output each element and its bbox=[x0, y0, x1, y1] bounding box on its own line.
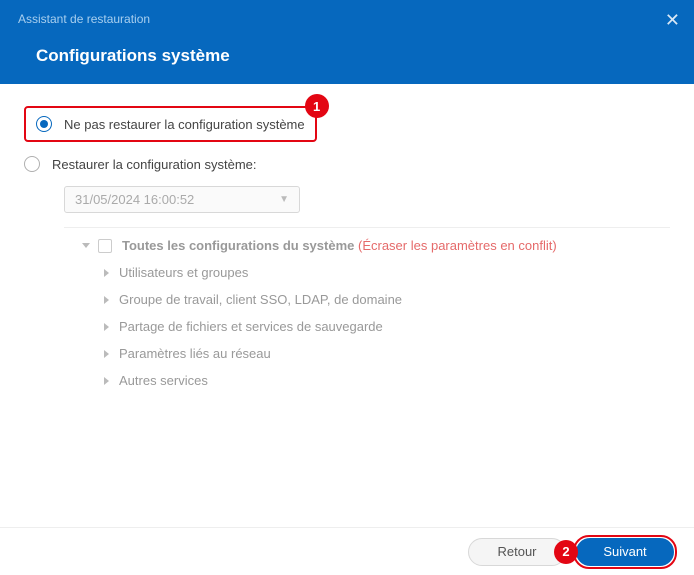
dialog-footer: Retour 2 Suivant bbox=[0, 527, 694, 575]
callout-badge-2: 2 bbox=[554, 540, 578, 564]
callout-badge-1: 1 bbox=[305, 94, 329, 118]
caret-right-icon bbox=[104, 296, 109, 304]
tree-item-users[interactable]: Utilisateurs et groupes bbox=[104, 265, 670, 280]
tree-item-filesharing[interactable]: Partage de fichiers et services de sauve… bbox=[104, 319, 670, 334]
tree-item-label: Paramètres liés au réseau bbox=[119, 346, 271, 361]
tree-item-workgroup[interactable]: Groupe de travail, client SSO, LDAP, de … bbox=[104, 292, 670, 307]
checkbox-all-configs[interactable] bbox=[98, 239, 112, 253]
caret-right-icon bbox=[104, 323, 109, 331]
back-button[interactable]: Retour bbox=[468, 538, 566, 566]
tree-item-label: Partage de fichiers et services de sauve… bbox=[119, 319, 383, 334]
option-highlight-1: Ne pas restaurer la configuration systèm… bbox=[24, 106, 317, 142]
dialog-header: Assistant de restauration Configurations… bbox=[0, 0, 694, 84]
radio-no-restore[interactable] bbox=[36, 116, 52, 132]
content-area: Ne pas restaurer la configuration systèm… bbox=[0, 84, 694, 410]
tree-item-label: Utilisateurs et groupes bbox=[119, 265, 248, 280]
caret-right-icon bbox=[104, 269, 109, 277]
tree-item-label: Groupe de travail, client SSO, LDAP, de … bbox=[119, 292, 402, 307]
next-button[interactable]: Suivant bbox=[576, 538, 674, 566]
radio-no-restore-label: Ne pas restaurer la configuration systèm… bbox=[64, 117, 305, 132]
radio-restore-label: Restaurer la configuration système: bbox=[52, 157, 256, 172]
tree-item-label: Autres services bbox=[119, 373, 208, 388]
tree-root-warn: (Écraser les paramètres en conflit) bbox=[358, 238, 557, 253]
radio-restore[interactable] bbox=[24, 156, 40, 172]
config-tree: Toutes les configurations du système (Éc… bbox=[64, 227, 670, 388]
tree-root-row[interactable]: Toutes les configurations du système (Éc… bbox=[82, 238, 670, 253]
caret-right-icon bbox=[104, 377, 109, 385]
page-title: Configurations système bbox=[18, 46, 676, 66]
snapshot-select-value: 31/05/2024 16:00:52 bbox=[75, 192, 194, 207]
chevron-down-icon: ▼ bbox=[279, 194, 289, 205]
caret-down-icon bbox=[82, 243, 90, 248]
snapshot-select[interactable]: 31/05/2024 16:00:52 ▼ bbox=[64, 186, 300, 213]
caret-right-icon bbox=[104, 350, 109, 358]
tree-item-network[interactable]: Paramètres liés au réseau bbox=[104, 346, 670, 361]
wizard-title: Assistant de restauration bbox=[18, 12, 676, 26]
restore-sub-block: 31/05/2024 16:00:52 ▼ Toutes les configu… bbox=[64, 186, 670, 388]
tree-root-label: Toutes les configurations du système bbox=[122, 238, 354, 253]
tree-item-other[interactable]: Autres services bbox=[104, 373, 670, 388]
close-icon[interactable]: ✕ bbox=[665, 10, 680, 31]
